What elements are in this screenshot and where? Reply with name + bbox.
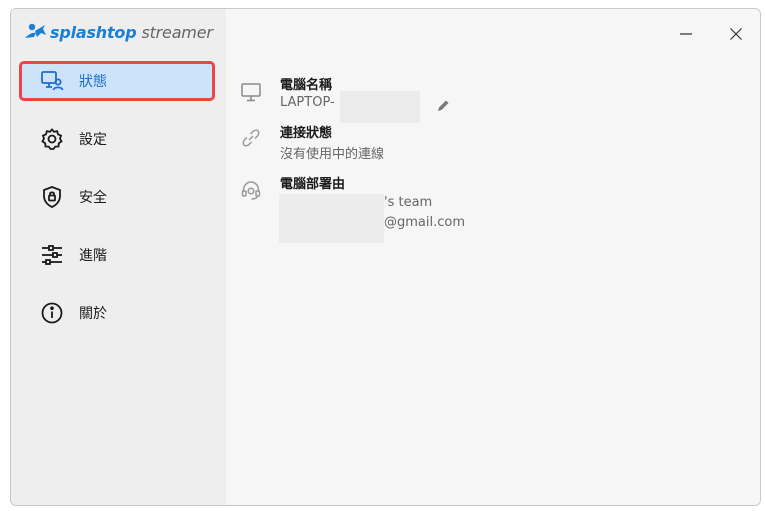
sidebar-item-security[interactable]: 安全 (19, 177, 215, 217)
sidebar-item-label: 設定 (79, 132, 107, 148)
monitor-icon (238, 79, 264, 105)
redacted-block (340, 91, 420, 123)
computer-name-title: 電腦名稱 (280, 78, 333, 93)
splashtop-logo: splashtop streamer (23, 21, 213, 43)
streamer-window: splashtop streamer 狀態 設定 安全 進階 關於 電腦名稱 L… (10, 8, 761, 506)
product-name: streamer (141, 22, 213, 42)
pencil-icon (438, 100, 449, 111)
sliders-icon (39, 242, 65, 268)
close-icon (730, 28, 742, 40)
sidebar: splashtop streamer 狀態 設定 安全 進階 關於 (11, 9, 226, 505)
computer-name-value: LAPTOP- (280, 95, 335, 110)
sidebar-item-status[interactable]: 狀態 (19, 61, 215, 101)
minimize-icon (680, 33, 692, 35)
gear-icon (39, 126, 65, 152)
deployed-by-team: 's team (384, 195, 433, 210)
splashtop-logo-icon (25, 23, 46, 38)
shield-lock-icon (39, 184, 65, 210)
sidebar-item-label: 狀態 (79, 74, 107, 90)
connection-status-title: 連接狀態 (280, 126, 333, 141)
info-icon (39, 300, 65, 326)
link-icon (238, 125, 264, 151)
redacted-block (279, 194, 384, 243)
sidebar-item-label: 進階 (79, 248, 107, 264)
sidebar-item-settings[interactable]: 設定 (19, 119, 215, 159)
sidebar-item-label: 安全 (79, 190, 107, 206)
sidebar-item-about[interactable]: 關於 (19, 293, 215, 333)
connection-status-value: 沒有使用中的連線 (280, 147, 385, 162)
headset-icon (238, 177, 264, 203)
deployed-by-title: 電腦部署由 (280, 177, 346, 192)
edit-computer-name-button[interactable] (432, 95, 454, 117)
brand-name: splashtop (50, 22, 137, 42)
sidebar-item-advanced[interactable]: 進階 (19, 235, 215, 275)
monitor-status-icon (39, 68, 65, 94)
sidebar-item-label: 關於 (79, 306, 107, 322)
minimize-button[interactable] (671, 19, 701, 49)
main-panel: 電腦名稱 LAPTOP- 連接狀態 沒有使用中的連線 電腦部署由 's team… (226, 9, 760, 505)
close-button[interactable] (721, 19, 751, 49)
deployed-by-email: @gmail.com (384, 215, 466, 230)
